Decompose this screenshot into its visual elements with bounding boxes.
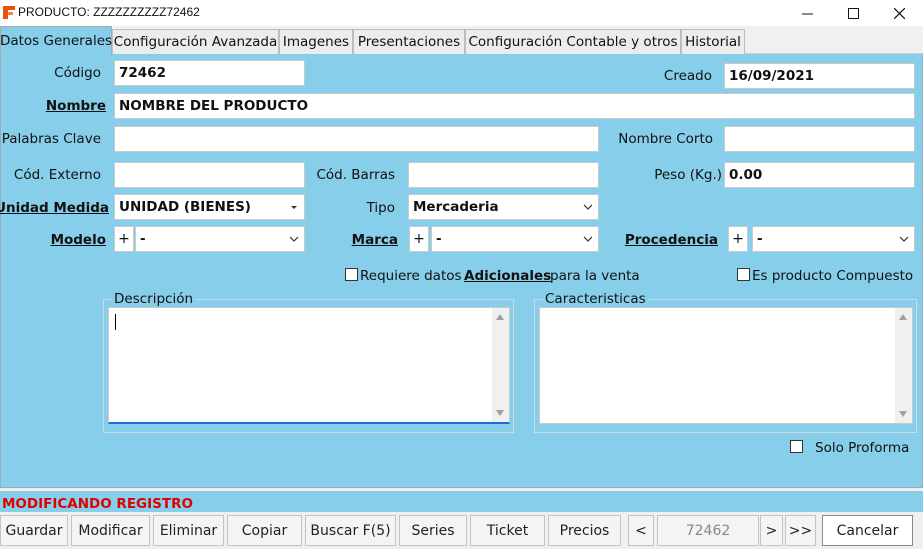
caracteristicas-group: Caracteristicas	[534, 291, 917, 433]
previous-record-button[interactable]: <	[628, 515, 654, 546]
marca-value: -	[436, 231, 442, 247]
tipo-select[interactable]: Mercaderia	[408, 194, 599, 220]
requiere-datos-label: Requiere datos	[360, 268, 462, 284]
descripcion-scrollbar[interactable]	[492, 308, 509, 422]
cod-externo-field[interactable]	[114, 162, 305, 188]
codigo-label: Código	[54, 65, 101, 81]
add-modelo-button[interactable]: +	[114, 226, 134, 252]
procedencia-label[interactable]: Procedencia	[625, 232, 718, 248]
tab-imagenes[interactable]: Imagenes	[279, 29, 353, 54]
minimize-button[interactable]	[784, 0, 830, 26]
caracteristicas-label: Caracteristicas	[543, 291, 648, 307]
cod-externo-label: Cód. Externo	[13, 167, 101, 183]
next-record-button[interactable]: >	[760, 515, 783, 546]
tab-datos-generales[interactable]: Datos Generales	[0, 26, 112, 55]
status-message: MODIFICANDO REGISTRO	[2, 496, 193, 512]
peso-label: Peso (Kg.)	[654, 167, 722, 183]
scroll-up-icon[interactable]	[496, 314, 504, 320]
precios-button[interactable]: Precios	[548, 515, 621, 546]
nombre-field[interactable]: NOMBRE DEL PRODUCTO	[114, 93, 915, 119]
chevron-down-icon	[899, 236, 909, 242]
procedencia-value: -	[757, 231, 763, 247]
close-button[interactable]	[876, 0, 922, 26]
scroll-up-icon[interactable]	[899, 314, 907, 320]
scroll-down-icon[interactable]	[899, 411, 907, 417]
marca-select[interactable]: -	[431, 226, 599, 252]
solo-proforma-label: Solo Proforma	[815, 440, 910, 456]
modelo-select[interactable]: -	[135, 226, 305, 252]
descripcion-textarea[interactable]	[108, 307, 510, 424]
window-title: PRODUCTO: ZZZZZZZZZZ72462	[18, 5, 200, 19]
cod-barras-field[interactable]	[408, 162, 599, 188]
modelo-label[interactable]: Modelo	[51, 232, 106, 248]
requiere-datos-checkbox[interactable]	[345, 268, 358, 281]
app-icon	[3, 6, 15, 19]
caracteristicas-textarea[interactable]	[539, 307, 913, 424]
procedencia-select[interactable]: -	[752, 226, 915, 252]
nombre-corto-label: Nombre Corto	[618, 131, 713, 147]
record-number: 72462	[657, 515, 759, 546]
para-la-venta-label: para la venta	[550, 268, 640, 284]
unidad-medida-value: UNIDAD (BIENES)	[119, 199, 251, 215]
ticket-button[interactable]: Ticket	[470, 515, 545, 546]
status-bar: MODIFICANDO REGISTRO	[0, 488, 923, 513]
maximize-button[interactable]	[830, 0, 876, 26]
last-record-button[interactable]: >>	[785, 515, 816, 546]
tab-historial[interactable]: Historial	[681, 29, 745, 54]
tab-configuracion-avanzada[interactable]: Configuración Avanzada	[112, 29, 279, 54]
tipo-label: Tipo	[366, 200, 395, 216]
solo-proforma-checkbox[interactable]	[790, 440, 803, 453]
nombre-corto-field[interactable]	[724, 126, 915, 152]
creado-label: Creado	[663, 68, 712, 84]
guardar-button[interactable]: Guardar	[0, 515, 68, 546]
unidad-medida-label[interactable]: Unidad Medida	[0, 200, 109, 216]
adicionales-link[interactable]: Adicionales	[464, 268, 551, 284]
creado-field[interactable]: 16/09/2021	[724, 63, 915, 89]
tab-presentaciones[interactable]: Presentaciones	[353, 29, 465, 54]
tipo-value: Mercaderia	[413, 199, 499, 215]
unidad-medida-select[interactable]: UNIDAD (BIENES)	[114, 194, 305, 220]
text-cursor	[115, 314, 116, 330]
codigo-field[interactable]: 72462	[114, 60, 305, 86]
caracteristicas-scrollbar[interactable]	[895, 308, 912, 423]
dropdown-arrow-icon	[291, 206, 297, 209]
title-bar: PRODUCTO: ZZZZZZZZZZ72462	[0, 0, 923, 26]
marca-label[interactable]: Marca	[352, 232, 398, 248]
chevron-down-icon	[289, 236, 299, 242]
tab-bar: Datos Generales Configuración Avanzada I…	[0, 26, 923, 55]
tab-configuracion-contable[interactable]: Configuración Contable y otros	[465, 29, 681, 54]
eliminar-button[interactable]: Eliminar	[153, 515, 224, 546]
cancelar-button[interactable]: Cancelar	[822, 515, 913, 546]
palabras-clave-field[interactable]	[114, 126, 599, 152]
descripcion-group: Descripción	[103, 291, 514, 433]
series-button[interactable]: Series	[399, 515, 467, 546]
peso-field[interactable]: 0.00	[724, 162, 915, 188]
producto-compuesto-label: Es producto Compuesto	[752, 268, 914, 284]
add-marca-button[interactable]: +	[409, 226, 429, 252]
scroll-down-icon[interactable]	[496, 410, 504, 416]
datos-generales-panel: Código 72462 Creado 16/09/2021 Nombre NO…	[0, 54, 923, 488]
buscar-button[interactable]: Buscar F(5)	[305, 515, 396, 546]
maximize-icon	[847, 7, 859, 19]
chevron-down-icon	[583, 204, 593, 210]
chevron-down-icon	[583, 236, 593, 242]
descripcion-label: Descripción	[112, 291, 196, 307]
minimize-icon	[801, 13, 813, 14]
bottom-toolbar: Guardar Modificar Eliminar Copiar Buscar…	[0, 512, 923, 549]
modificar-button[interactable]: Modificar	[71, 515, 150, 546]
palabras-clave-label: Palabras Clave	[1, 131, 101, 147]
cod-barras-label: Cód. Barras	[316, 167, 395, 183]
nombre-label[interactable]: Nombre	[46, 98, 106, 114]
copiar-button[interactable]: Copiar	[227, 515, 302, 546]
add-procedencia-button[interactable]: +	[728, 226, 748, 252]
producto-compuesto-checkbox[interactable]	[737, 268, 750, 281]
modelo-value: -	[140, 231, 146, 247]
close-icon	[893, 7, 905, 19]
